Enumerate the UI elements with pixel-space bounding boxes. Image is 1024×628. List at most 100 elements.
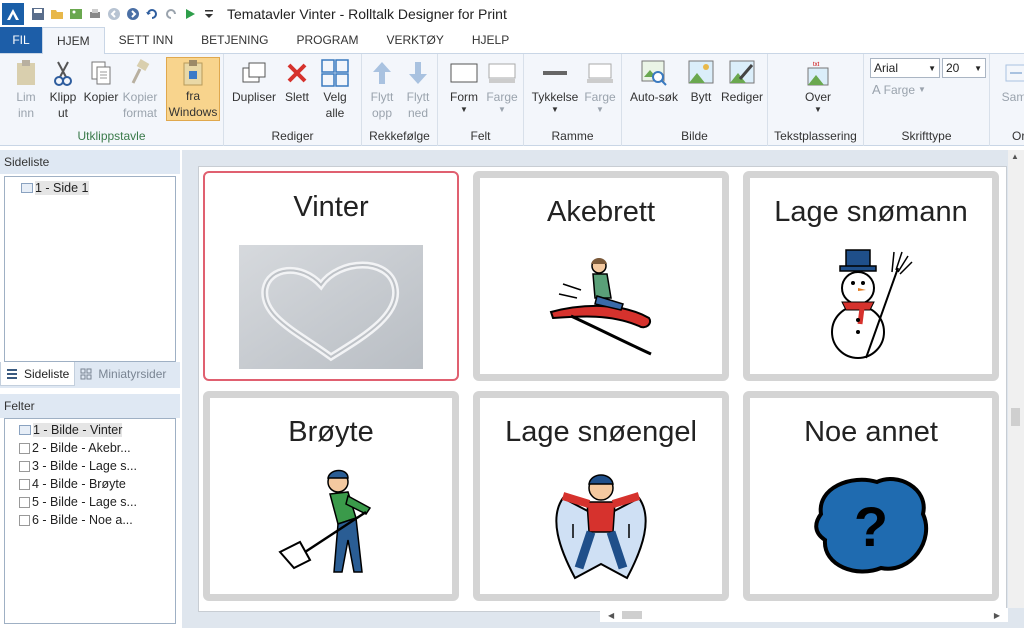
ribbon-group-text-placement: txt Over ▼ Tekstplassering [768,54,864,146]
chevron-down-icon: ▼ [814,105,822,114]
redo-icon[interactable] [163,6,179,22]
field-item-2[interactable]: 2 - Bilde - Akebr... [19,439,175,457]
fields-panel-header: Felter [0,394,180,418]
font-family-select[interactable]: Arial ▼ [870,58,940,78]
cell-label: Akebrett [547,196,655,228]
horizontal-scrollbar[interactable]: ◀ ▶ [600,608,1008,622]
board-cell-6[interactable]: Noe annet ? [743,391,999,601]
svg-text:txt: txt [813,62,820,68]
duplicate-button[interactable]: Dupliser [230,58,278,105]
svg-text:?: ? [854,495,888,558]
move-up-button[interactable]: Flytt opp [366,58,398,121]
merge-button[interactable]: Samr [996,58,1024,105]
frame-color-button[interactable]: Farge ▼ [582,58,618,115]
scroll-thumb[interactable] [622,611,643,619]
page-item[interactable]: 1 - Side 1 [21,179,175,197]
tab-help[interactable]: HJELP [458,27,523,53]
windows-clipboard-icon [177,58,209,87]
ribbon-group-edit: Dupliser Slett Velg alle Rediger [224,54,362,146]
list-icon [7,368,17,379]
print-icon[interactable] [87,6,103,22]
scroll-right-icon[interactable]: ▶ [994,611,1000,620]
group-label-font: Skrifttype [901,129,952,143]
board-cell-4[interactable]: Brøyte [203,391,459,601]
chevron-down-icon: ▼ [918,85,926,94]
tab-thumbnails[interactable]: Miniatyrsider [75,362,171,386]
field-item-3[interactable]: 3 - Bilde - Lage s... [19,457,175,475]
board-cell-2[interactable]: Akebrett [473,171,729,381]
image-icon[interactable] [68,6,84,22]
shoveling-person-icon [276,468,386,582]
customize-qat-icon[interactable] [201,6,217,22]
field-item-1[interactable]: 1 - Bilde - Vinter [19,421,175,439]
field-icon [19,460,30,472]
board-cell-3[interactable]: Lage snømann [743,171,999,381]
format-painter-icon [124,58,156,88]
group-label-more: Or [1012,129,1024,143]
ribbon-group-frame: Tykkelse ▼ Farge ▼ Ramme [524,54,622,146]
forward-icon[interactable] [125,6,141,22]
copy-format-button[interactable]: Kopier format [120,58,160,121]
cut-button[interactable]: Klipp ut [46,58,80,121]
group-label-order: Rekkefølge [369,129,430,143]
tab-home[interactable]: HJEM [42,27,105,54]
image-search-icon [638,58,670,88]
board-cell-1[interactable]: Vinter [203,171,459,381]
font-size-select[interactable]: 20 ▼ [942,58,986,78]
pages-list: 1 - Side 1 [4,176,176,362]
undo-icon[interactable] [144,6,160,22]
auto-search-button[interactable]: Auto-søk [626,58,682,105]
chevron-down-icon: ▼ [974,63,982,73]
move-down-button[interactable]: Flytt ned [402,58,434,121]
field-item-4[interactable]: 4 - Bilde - Brøyte [19,475,175,493]
frame-thickness-button[interactable]: Tykkelse ▼ [530,58,580,115]
shape-rectangle-icon [448,58,480,88]
replace-image-button[interactable]: Bytt [684,58,718,105]
select-all-button[interactable]: Velg alle [318,58,352,121]
group-label-clipboard: Utklippstavle [77,129,146,143]
select-all-grid-icon [319,58,351,88]
group-label-edit: Rediger [271,129,314,143]
paste-from-windows-button[interactable]: fra Windows [166,57,220,121]
vertical-scrollbar[interactable]: ▲ [1008,150,1024,608]
paste-button[interactable]: Lim inn [8,58,44,121]
duplicate-icon [238,58,270,88]
font-color-button[interactable]: A Farge ▼ [872,82,926,97]
menu-bar: FIL HJEM SETT INN BETJENING PROGRAM VERK… [0,27,1024,54]
field-shape-button[interactable]: Form ▼ [446,58,482,115]
question-mark-icon: ? [811,474,931,578]
group-label-frame: Ramme [551,129,594,143]
field-item-5[interactable]: 5 - Bilde - Lage s... [19,493,175,511]
tab-tools[interactable]: VERKTØY [372,27,457,53]
scroll-left-icon[interactable]: ◀ [608,611,614,620]
save-icon[interactable] [30,6,46,22]
page-canvas: Vinter Akebrett Lage snømann Brøyte Lage… [198,166,1007,612]
play-icon[interactable] [182,6,198,22]
delete-button[interactable]: Slett [282,58,312,105]
board-cell-5[interactable]: Lage snøengel [473,391,729,601]
back-icon[interactable] [106,6,122,22]
text-over-button[interactable]: txt Over ▼ [798,58,838,115]
field-item-6[interactable]: 6 - Bilde - Noe a... [19,511,175,529]
tab-operation[interactable]: BETJENING [187,27,282,53]
edit-image-button[interactable]: Rediger [720,58,764,105]
tab-file[interactable]: FIL [0,27,42,53]
page-icon [21,183,33,193]
group-label-image: Bilde [681,129,708,143]
quick-access-toolbar [30,6,217,22]
snow-heart-photo [239,245,423,369]
field-icon [19,425,31,435]
field-color-button[interactable]: Farge ▼ [484,58,520,115]
tab-pages-list[interactable]: Sideliste [0,362,76,386]
tab-program[interactable]: PROGRAM [282,27,372,53]
copy-button[interactable]: Kopier [82,58,120,105]
tab-insert[interactable]: SETT INN [105,27,187,53]
scroll-thumb[interactable] [1011,408,1020,426]
font-color-icon: A [872,82,881,97]
group-label-text-placement: Tekstplassering [774,129,857,143]
scroll-up-icon[interactable]: ▲ [1011,152,1019,161]
open-folder-icon[interactable] [49,6,65,22]
app-window: Tematavler Vinter - Rolltalk Designer fo… [0,0,1024,628]
delete-x-icon [281,58,313,88]
pages-panel-header: Sideliste [0,150,180,174]
